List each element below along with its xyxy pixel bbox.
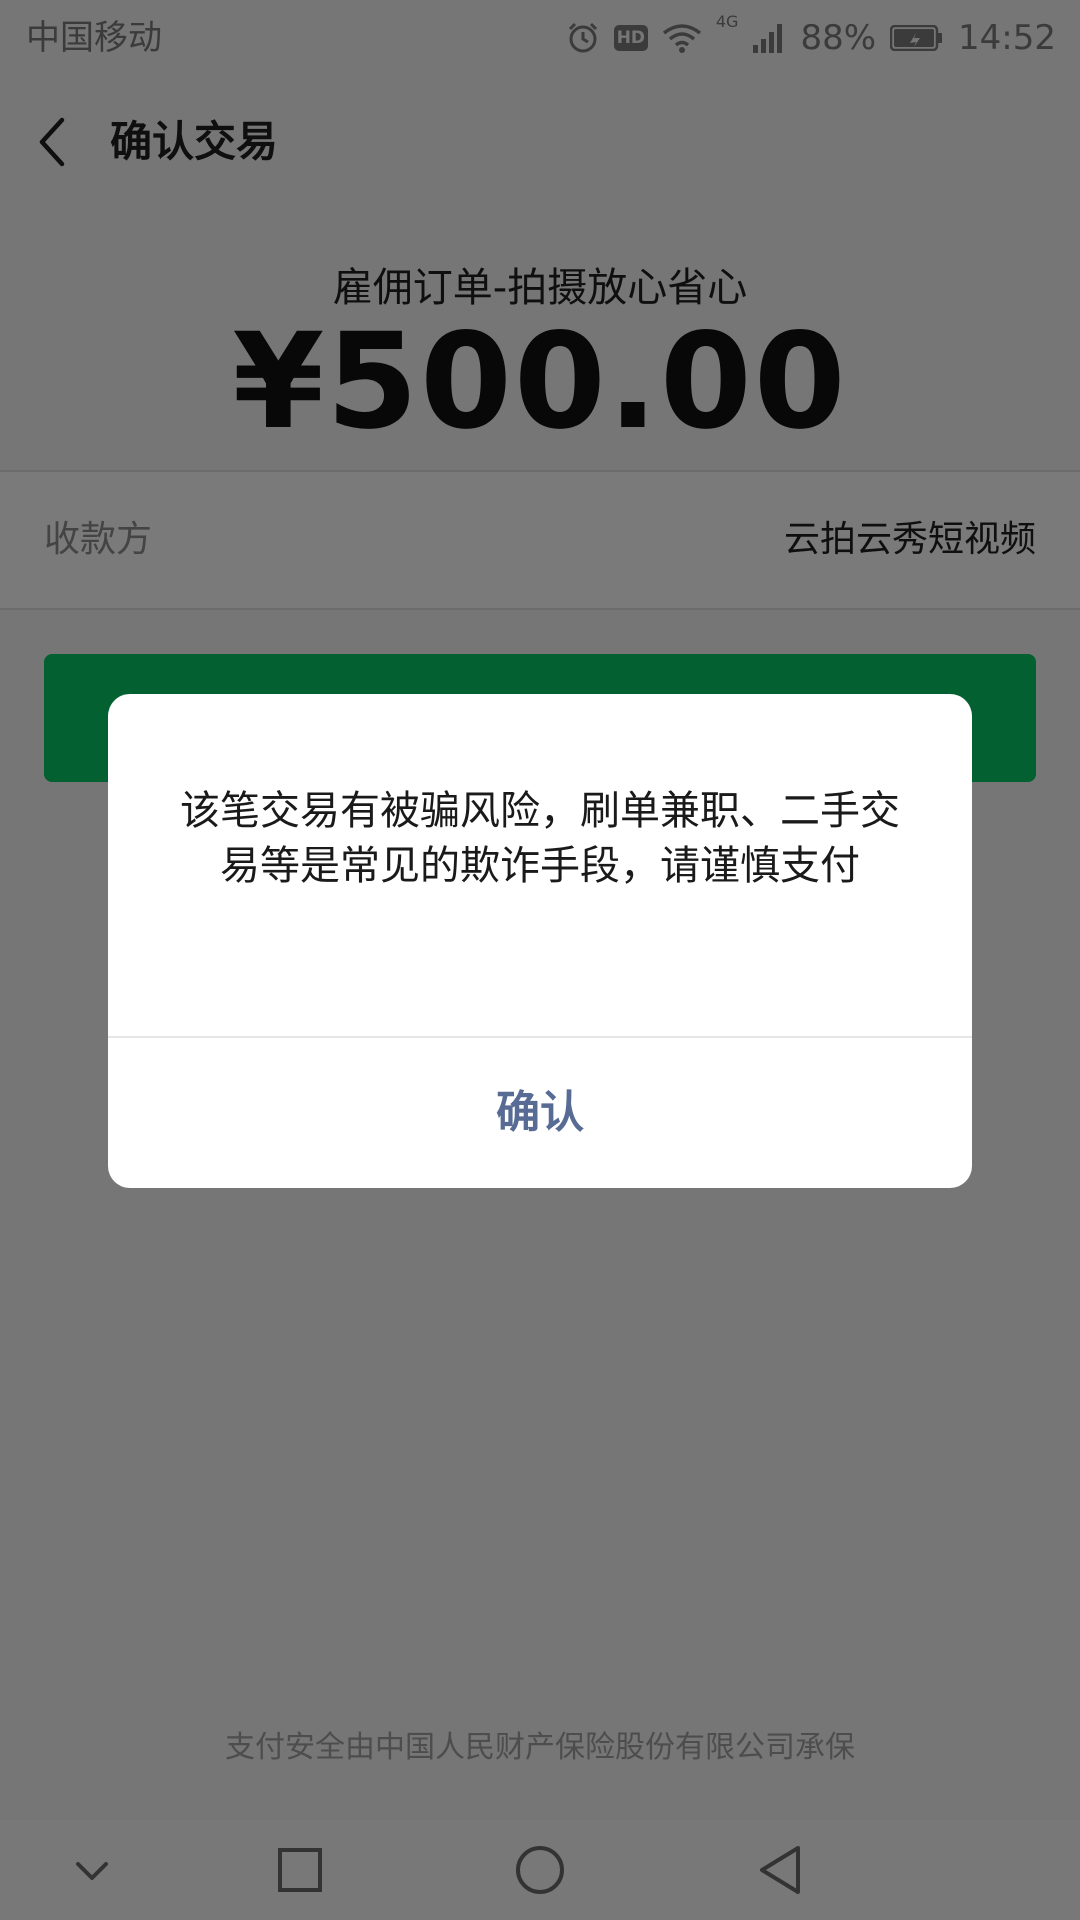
dialog-message: 该笔交易有被骗风险，刷单兼职、二手交易等是常见的欺诈手段，请谨慎支付	[180, 788, 900, 889]
payment-confirm-screen: 中国移动 HD 4G 88%	[0, 0, 1080, 1920]
risk-warning-dialog: 该笔交易有被骗风险，刷单兼职、二手交易等是常见的欺诈手段，请谨慎支付 确认	[108, 694, 972, 1188]
confirm-button[interactable]: 确认	[108, 1038, 972, 1188]
